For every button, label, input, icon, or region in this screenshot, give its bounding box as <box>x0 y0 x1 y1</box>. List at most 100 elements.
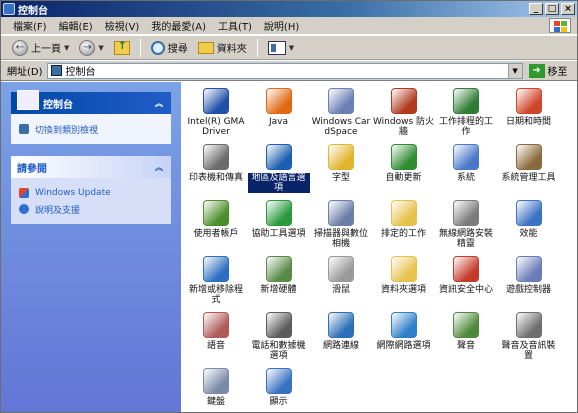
back-arrow-icon: ← <box>12 39 28 56</box>
system-icon <box>453 144 479 170</box>
auto-update-icon <box>390 144 417 170</box>
control-panel-item-label: Windows CardSpace <box>311 117 371 137</box>
search-label: 搜尋 <box>167 44 188 55</box>
regional-icon <box>265 144 292 170</box>
control-panel-item[interactable]: 效能 <box>498 200 560 239</box>
control-panel-item[interactable]: Intel(R) GMA Driver <box>185 88 247 137</box>
title-bar[interactable]: 控制台 _ □ × <box>1 1 577 17</box>
control-panel-item-label: 新增或移除程式 <box>188 285 243 305</box>
address-label: 網址(D) <box>7 67 43 78</box>
views-button[interactable]: ▼ <box>265 38 297 58</box>
control-panel-item[interactable]: Windows CardSpace <box>310 88 372 137</box>
control-panel-item[interactable]: 新增或移除程式 <box>185 256 247 305</box>
folder-options-icon <box>390 256 417 282</box>
phone-modem-icon <box>265 312 292 338</box>
control-panel-item[interactable]: 聲音及音訊裝置 <box>498 312 560 361</box>
collapse-icon[interactable]: ︽ <box>155 98 163 109</box>
control-panel-icon <box>3 3 15 15</box>
maximize-button[interactable]: □ <box>545 3 559 15</box>
control-panel-item[interactable]: 印表機和傳真 <box>185 144 247 183</box>
help-icon <box>19 204 29 214</box>
close-button[interactable]: × <box>561 3 575 15</box>
control-panel-item-label: 新增硬體 <box>260 285 297 295</box>
control-panel-group-title: 控制台 <box>43 99 73 111</box>
control-panel-item[interactable]: 鍵盤 <box>185 368 247 407</box>
chevron-down-icon[interactable]: ▼ <box>507 63 522 78</box>
control-panel-item[interactable]: 字型 <box>310 144 372 183</box>
menu-help[interactable]: 說明(H) <box>258 18 305 33</box>
menu-edit[interactable]: 編輯(E) <box>53 18 99 33</box>
forward-button[interactable]: → ▼ <box>76 38 106 58</box>
control-panel-item[interactable]: 網際網路選項 <box>373 312 435 351</box>
help-support-link[interactable]: 說明及支援 <box>19 202 163 216</box>
control-panel-item-label: 系統管理工具 <box>501 173 556 183</box>
mouse-icon <box>328 256 354 282</box>
tasks-folder-icon <box>390 200 417 226</box>
menu-favorites[interactable]: 我的最愛(A) <box>145 18 212 33</box>
windows-update-link[interactable]: Windows Update <box>19 186 163 200</box>
control-panel-item[interactable]: 使用者帳戶 <box>185 200 247 239</box>
control-panel-item-label: 資料夾選項 <box>380 285 426 295</box>
control-panel-item[interactable]: 資料夾選項 <box>373 256 435 295</box>
see-also-header[interactable]: 請參閱 ︽ <box>11 156 171 178</box>
address-value: 控制台 <box>65 67 96 78</box>
control-panel-item[interactable]: 工作排程的工作 <box>435 88 497 137</box>
control-panel-item[interactable]: 排定的工作 <box>373 200 435 239</box>
control-panel-item[interactable]: 自動更新 <box>373 144 435 183</box>
control-panel-item[interactable]: 語音 <box>185 312 247 351</box>
control-panel-item-label: 日期和時間 <box>505 117 551 127</box>
control-panel-item-label: 電話和數據機選項 <box>251 341 306 361</box>
control-panel-item-label: 地區及語言選項 <box>247 173 310 193</box>
control-panel-window: 控制台 _ □ × 檔案(F) 編輯(E) 檢視(V) 我的最愛(A) 工具(T… <box>0 0 578 413</box>
control-panel-item[interactable]: 系統 <box>435 144 497 183</box>
control-panel-item[interactable]: 日期和時間 <box>498 88 560 127</box>
chevron-down-icon: ▼ <box>64 43 70 52</box>
menu-view[interactable]: 檢視(V) <box>99 18 146 33</box>
control-panel-item[interactable]: 電話和數據機選項 <box>248 312 310 361</box>
keyboard-icon <box>203 368 229 394</box>
windows-logo-icon <box>549 18 571 33</box>
control-panel-group: 控制台 ︽ 切換到類別檢視 <box>11 90 171 144</box>
minimize-button[interactable]: _ <box>529 3 543 15</box>
menu-tools[interactable]: 工具(T) <box>212 18 258 33</box>
intel-gma-icon <box>203 88 229 114</box>
control-panel-item[interactable]: 滑鼠 <box>310 256 372 295</box>
control-panel-item[interactable]: 網路連線 <box>310 312 372 351</box>
control-panel-item[interactable]: 新增硬體 <box>248 256 310 295</box>
collapse-icon[interactable]: ︽ <box>155 162 163 173</box>
control-panel-item[interactable]: 無線網路安裝精靈 <box>435 200 497 249</box>
control-panel-item[interactable]: Windows 防火牆 <box>373 88 435 137</box>
control-panel-item-label: 滑鼠 <box>331 285 350 295</box>
control-panel-item[interactable]: 系統管理工具 <box>498 144 560 183</box>
icon-view: Intel(R) GMA Driver Java Windows CardSpace… <box>181 82 577 412</box>
search-button[interactable]: 搜尋 <box>148 38 191 58</box>
control-panel-item[interactable]: Java <box>248 88 310 127</box>
java-icon <box>265 88 292 114</box>
search-icon <box>150 40 165 55</box>
control-panel-group-header[interactable]: 控制台 ︽ <box>11 90 171 114</box>
control-panel-item[interactable]: 掃描器與數位相機 <box>310 200 372 249</box>
switch-category-view-label: 切換到類別檢視 <box>35 125 99 136</box>
control-panel-item-label: Intel(R) GMA Driver <box>187 117 245 137</box>
user-accounts-icon <box>203 200 229 226</box>
see-also-group: 請參閱 ︽ Windows Update 說明及支援 <box>11 156 171 224</box>
folders-button[interactable]: 資料夾 <box>195 38 250 58</box>
up-folder-button[interactable] <box>111 38 133 58</box>
firewall-icon <box>390 88 417 114</box>
go-button[interactable]: ➜ 移至 <box>528 63 568 78</box>
control-panel-item[interactable]: 遊戲控制器 <box>498 256 560 295</box>
toolbar-separator <box>139 38 141 57</box>
switch-category-view-link[interactable]: 切換到類別檢視 <box>19 122 163 136</box>
control-panel-item-label: 遊戲控制器 <box>505 285 551 295</box>
windows-update-label: Windows Update <box>35 188 111 198</box>
control-panel-item[interactable]: 顯示 <box>248 368 310 407</box>
address-input[interactable]: 控制台 ▼ <box>46 62 523 79</box>
control-panel-item-label: 效能 <box>519 229 538 239</box>
control-panel-item[interactable]: 協助工具選項 <box>248 200 310 239</box>
back-button[interactable]: ← 上一頁 ▼ <box>9 38 72 58</box>
toolbar: ← 上一頁 ▼ → ▼ 搜尋 資料夾 ▼ <box>1 36 577 60</box>
control-panel-item[interactable]: 資訊安全中心 <box>435 256 497 295</box>
control-panel-item[interactable]: 地區及語言選項 <box>247 144 310 193</box>
menu-file[interactable]: 檔案(F) <box>7 18 53 33</box>
control-panel-item[interactable]: 聲音 <box>435 312 497 351</box>
